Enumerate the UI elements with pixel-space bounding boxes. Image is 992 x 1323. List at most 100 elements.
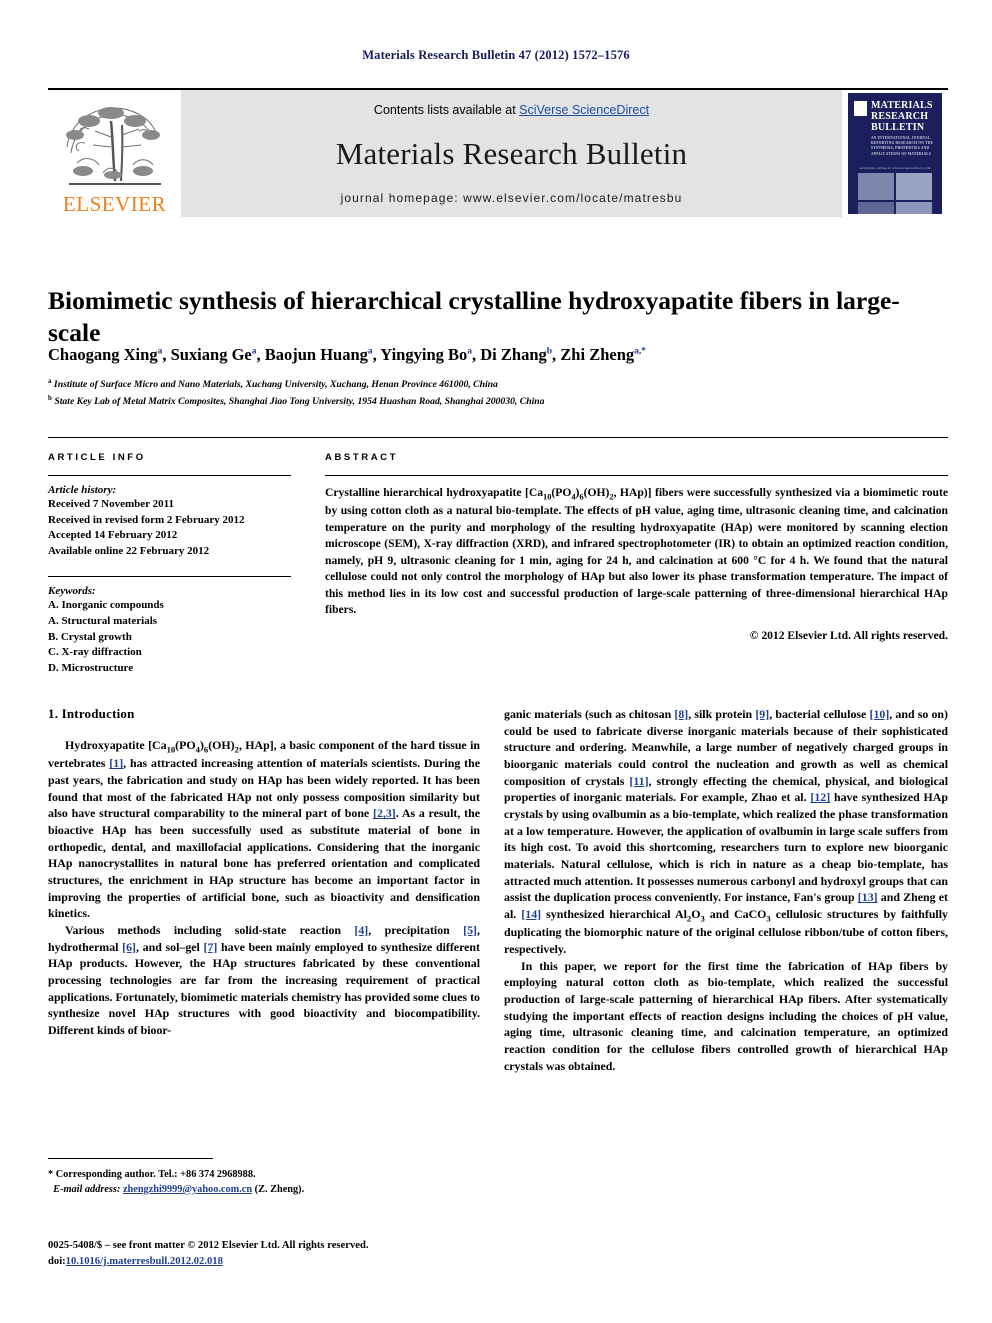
author-4-affil-marker: a: [467, 346, 473, 357]
p1-seg-b: (PO: [175, 738, 196, 752]
journal-article-page: Materials Research Bulletin 47 (2012) 15…: [0, 0, 992, 1323]
keyword-1: A. Inorganic compounds: [48, 599, 164, 612]
abstract-seg-5: , HAp)] fibers were successfully synthes…: [325, 486, 949, 616]
elsevier-logo: ELSEVIER: [48, 90, 181, 217]
citation-8[interactable]: [8]: [674, 707, 688, 721]
article-history-title: Article history:: [48, 484, 117, 496]
keyword-4: C. X-ray diffraction: [48, 646, 142, 659]
affiliation-a-text: Institute of Surface Micro and Nano Mate…: [53, 379, 498, 391]
email-note: E-mail address: zhengzhi9999@yahoo.com.c…: [48, 1183, 478, 1198]
cover-publisher-badge-icon: [854, 101, 867, 116]
citation-6[interactable]: [6]: [122, 940, 136, 954]
abstract-seg-1: Crystalline hierarchical hydroxyapatite …: [325, 486, 544, 499]
cover-micrograph-3: [858, 201, 895, 214]
abstract-rule: [325, 475, 948, 476]
contents-prefix: Contents lists available at: [373, 103, 520, 117]
citation-4[interactable]: [4]: [354, 923, 368, 937]
affiliation-a: a Institute of Surface Micro and Nano Ma…: [48, 376, 928, 393]
citation-14[interactable]: [14]: [521, 907, 541, 921]
citation-10[interactable]: [10]: [869, 707, 889, 721]
keywords-rule: [48, 576, 291, 578]
p3-seg-h: synthesized hierarchical Al: [541, 906, 687, 921]
cover-micrograph-4: [895, 201, 932, 214]
author-5: Di Zhang: [480, 345, 547, 364]
p1-seg-g: . As a result, the bioactive HAp has bee…: [48, 806, 480, 921]
contents-available-line: Contents lists available at SciVerse Sci…: [374, 103, 649, 117]
keywords-title: Keywords:: [48, 585, 96, 598]
sciencedirect-link[interactable]: SciVerse ScienceDirect: [519, 103, 649, 117]
journal-title: Materials Research Bulletin: [335, 136, 688, 171]
citation-9[interactable]: [9]: [755, 707, 769, 721]
p3-seg-a: ganic materials (such as chitosan: [504, 707, 675, 721]
p3-seg-c: , bacterial cellulose: [769, 707, 870, 721]
author-2: Suxiang Ge: [170, 345, 252, 364]
cover-subtitle: AN INTERNATIONAL JOURNAL REPORTING RESEA…: [871, 135, 934, 156]
affiliation-list: a Institute of Surface Micro and Nano Ma…: [48, 376, 928, 410]
cover-micrograph-1: [858, 173, 895, 201]
corresponding-author-note: * Corresponding author. Tel.: +86 374 29…: [48, 1169, 256, 1180]
keyword-3: B. Crystal growth: [48, 630, 132, 643]
p2-seg-d: , and sol–gel: [136, 939, 204, 954]
keyword-2: A. Structural materials: [48, 615, 158, 628]
citation-5[interactable]: [5]: [463, 923, 477, 937]
abstract-heading: ABSTRACT: [325, 452, 399, 463]
paragraph-intro-4: In this paper, we report for the first t…: [504, 958, 948, 1073]
cover-mid-note: Available online at www.sciencedirect.co…: [859, 166, 931, 171]
citation-7[interactable]: [7]: [204, 940, 218, 954]
paragraph-intro-3: ganic materials (such as chitosan [8], s…: [504, 706, 948, 958]
section-heading-introduction: 1. Introduction: [48, 706, 135, 721]
p3-seg-b: , silk protein: [688, 707, 756, 721]
p1-seg-d: (OH): [208, 738, 235, 752]
cover-title-line-1: MATERIALS: [871, 100, 933, 111]
article-history-accepted: Accepted 14 February 2012: [48, 529, 178, 542]
cover-micrograph-grid: [858, 173, 932, 214]
email-label: E-mail address:: [53, 1183, 121, 1195]
journal-cover-thumbnail[interactable]: MATERIALS RESEARCH BULLETIN AN INTERNATI…: [842, 90, 948, 217]
journal-homepage-line[interactable]: journal homepage: www.elsevier.com/locat…: [341, 191, 683, 205]
page-title: Biomimetic synthesis of hierarchical cry…: [48, 286, 900, 348]
author-4: Yingying Bo: [380, 345, 468, 364]
citation-13[interactable]: [13]: [858, 890, 878, 904]
abstract-seg-2: (PO: [551, 486, 572, 499]
elsevier-tree-icon: [65, 107, 161, 185]
abstract-copyright: © 2012 Elsevier Ltd. All rights reserved…: [749, 629, 948, 643]
cover-title-line-3: BULLETIN: [871, 122, 925, 134]
affiliation-b-marker: b: [48, 393, 52, 402]
article-info-heading: ARTICLE INFO: [48, 452, 146, 463]
paragraph-intro-1: Hydroxyapatite [Ca10(PO4)6(OH)2, HAp], a…: [48, 737, 480, 922]
article-info-rule: [48, 475, 291, 476]
keywords-block: Keywords: A. Inorganic compounds A. Stru…: [48, 576, 291, 676]
citation-2-3[interactable]: [2,3]: [373, 806, 396, 820]
email-link[interactable]: zhengzhi9999@yahoo.com.cn: [123, 1184, 252, 1195]
p2-seg-b: , precipitation: [368, 922, 464, 937]
cover-title-line-2: RESEARCH: [871, 111, 929, 123]
journal-masthead: ELSEVIER Contents lists available at Sci…: [48, 88, 948, 218]
affiliation-a-marker: a: [48, 377, 52, 385]
citation-11[interactable]: [11]: [629, 774, 648, 788]
author-3-affil-marker: a: [367, 346, 373, 357]
page-footer: 0025-5408/$ – see front matter © 2012 El…: [48, 1238, 488, 1270]
keyword-5: D. Microstructure: [48, 661, 134, 674]
email-owner: (Z. Zheng).: [254, 1183, 305, 1195]
doi-link[interactable]: 10.1016/j.materresbull.2012.02.018: [66, 1256, 223, 1267]
citation-12[interactable]: [12]: [810, 790, 830, 804]
citation-1[interactable]: [1]: [109, 756, 123, 770]
masthead-centre: Contents lists available at SciVerse Sci…: [181, 90, 842, 217]
author-3: Baojun Huang: [264, 345, 368, 364]
author-6-affil-marker: a,*: [634, 346, 646, 357]
p3-seg-j: and CaCO: [704, 906, 767, 921]
footnote-divider: [48, 1158, 213, 1159]
article-info-block: ARTICLE INFO Article history: Received 7…: [48, 452, 291, 676]
p2-seg-e: have been mainly employed to synthesize …: [48, 939, 480, 1037]
cover-micrograph-2: [895, 173, 932, 201]
info-abstract-divider: [48, 437, 948, 438]
article-history-revised: Received in revised form 2 February 2012: [48, 513, 245, 526]
footnote-block: * Corresponding author. Tel.: +86 374 29…: [48, 1168, 478, 1198]
doi-label: doi:: [48, 1255, 66, 1267]
abstract-block: ABSTRACT Crystalline hierarchical hydrox…: [325, 452, 948, 642]
author-2-affil-marker: a: [251, 346, 257, 357]
author-5-affil-marker: b: [546, 346, 553, 357]
article-history-online: Available online 22 February 2012: [48, 544, 210, 557]
author-6: Zhi Zheng: [560, 345, 635, 364]
affiliation-b: b State Key Lab of Metal Matrix Composit…: [48, 393, 928, 410]
